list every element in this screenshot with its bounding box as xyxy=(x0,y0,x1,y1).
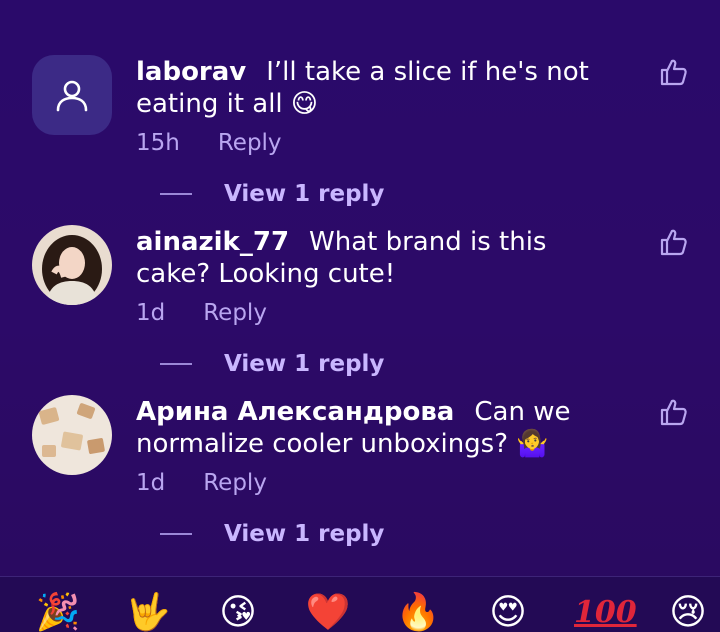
default-user-icon xyxy=(56,80,88,112)
comment-username[interactable]: ainazik_77 xyxy=(136,227,289,257)
profile-photo xyxy=(32,395,112,475)
comment-body: ainazik_77 What brand is this cake? Looki… xyxy=(136,226,626,290)
hundred-points-emoji[interactable]: 100 xyxy=(574,593,637,632)
view-replies-button[interactable]: View 1 reply xyxy=(160,519,384,549)
heart-eyes-emoji[interactable]: 😍 xyxy=(484,593,532,632)
like-icon[interactable] xyxy=(658,397,688,427)
divider-line xyxy=(160,193,192,195)
fire-emoji[interactable]: 🔥 xyxy=(394,593,442,632)
emoji-reaction-bar: 🎉 🤟 😘 ❤️ 🔥 😍 100 😢 xyxy=(0,576,720,632)
comment-meta: 1d Reply xyxy=(136,300,267,326)
comment-time: 1d xyxy=(136,300,166,326)
view-replies-label: View 1 reply xyxy=(224,181,385,207)
reply-button[interactable]: Reply xyxy=(203,470,267,496)
view-replies-button[interactable]: View 1 reply xyxy=(160,179,384,209)
view-replies-label: View 1 reply xyxy=(224,351,385,377)
like-icon[interactable] xyxy=(658,227,688,257)
avatar[interactable] xyxy=(32,225,112,305)
like-icon[interactable] xyxy=(658,57,688,87)
view-replies-button[interactable]: View 1 reply xyxy=(160,349,384,379)
love-you-gesture-emoji[interactable]: 🤟 xyxy=(124,593,172,632)
party-popper-emoji[interactable]: 🎉 xyxy=(34,593,82,632)
view-replies-label: View 1 reply xyxy=(224,521,385,547)
comment-username[interactable]: laborav xyxy=(136,57,246,87)
comment-time: 15h xyxy=(136,130,180,156)
avatar[interactable] xyxy=(32,395,112,475)
red-heart-emoji[interactable]: ❤️ xyxy=(304,593,352,632)
reply-button[interactable]: Reply xyxy=(218,130,282,156)
reply-button[interactable]: Reply xyxy=(203,300,267,326)
comment-username[interactable]: Арина Александрова xyxy=(136,397,454,427)
comment-meta: 15h Reply xyxy=(136,130,282,156)
avatar[interactable] xyxy=(32,55,112,135)
comment-body: laborav I’ll take a slice if he's not eat… xyxy=(136,56,626,120)
comment-time: 1d xyxy=(136,470,166,496)
comment-meta: 1d Reply xyxy=(136,470,267,496)
profile-photo xyxy=(32,225,112,305)
comment-body: Арина Александрова Can we normalize coole… xyxy=(136,396,626,460)
divider-line xyxy=(160,533,192,535)
divider-line xyxy=(160,363,192,365)
kissing-face-emoji[interactable]: 😘 xyxy=(214,593,262,632)
crying-face-emoji[interactable]: 😢 xyxy=(664,593,712,632)
